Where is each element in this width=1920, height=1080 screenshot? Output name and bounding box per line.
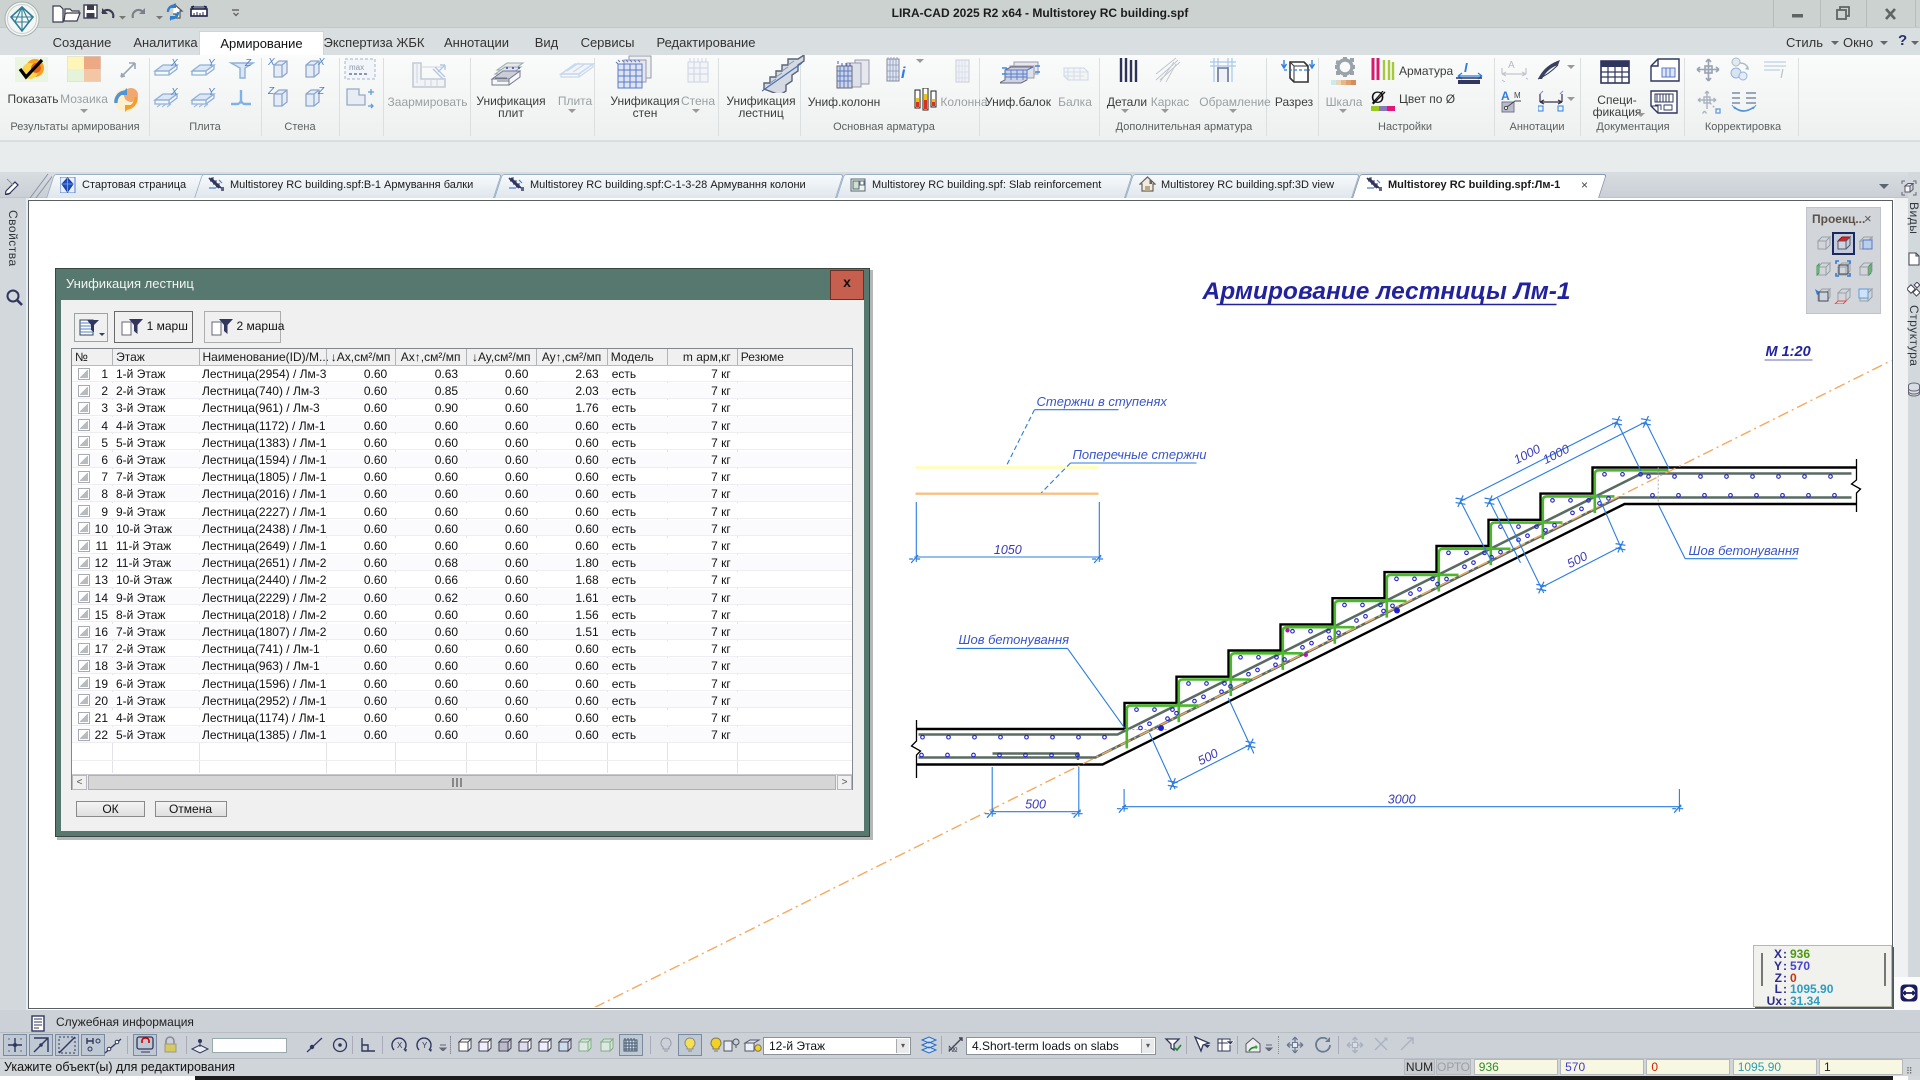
svg-text:X: X	[268, 57, 275, 68]
svg-text:A: A	[1501, 90, 1510, 103]
svg-text:A: A	[1508, 60, 1515, 71]
svg-text:M: M	[1514, 91, 1521, 100]
svg-text:Z: Z	[244, 58, 252, 69]
svg-text:Ø: Ø	[1371, 88, 1384, 107]
svg-text:I: I	[1464, 60, 1468, 75]
svg-text:max: max	[349, 63, 364, 72]
svg-text:i: i	[901, 65, 906, 82]
svg-text:№: №	[948, 1044, 958, 1054]
svg-text:Z: Z	[268, 86, 275, 97]
svg-text:Y: Y	[208, 87, 216, 98]
svg-text:X: X	[170, 87, 178, 98]
svg-text:X: X	[170, 58, 178, 69]
svg-text:Z: Z	[317, 86, 325, 97]
svg-text:X: X	[397, 1041, 403, 1050]
svg-text:Y: Y	[208, 58, 216, 69]
svg-text:I: I	[1780, 66, 1784, 80]
svg-text:X: X	[317, 57, 325, 68]
svg-text:Y: Y	[422, 1041, 428, 1050]
